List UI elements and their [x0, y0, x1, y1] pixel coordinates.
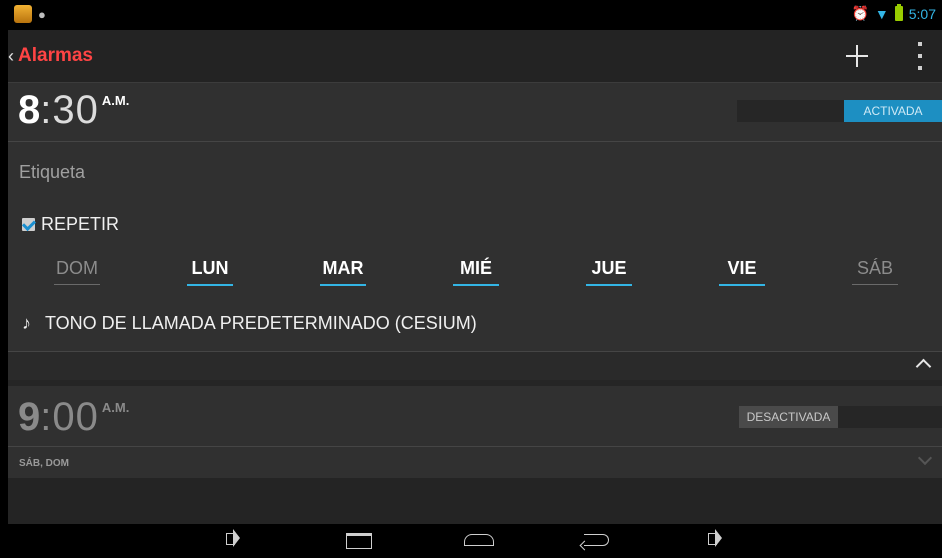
add-alarm-button[interactable] — [837, 36, 877, 76]
alarm-toggle[interactable]: ACTIVADA — [737, 100, 942, 122]
toggle-on-label: ACTIVADA — [844, 100, 942, 122]
alarm-ampm: A.M. — [101, 400, 130, 415]
battery-icon — [894, 4, 903, 21]
page-title[interactable]: Alarmas — [18, 45, 93, 67]
recent-apps-icon — [346, 533, 372, 549]
overflow-menu-button[interactable] — [910, 42, 930, 70]
back-icon — [584, 534, 609, 546]
alarm-time[interactable]: 8 :30 A.M. — [18, 90, 129, 130]
action-bar: ‹ Alarmas — [8, 30, 942, 83]
day-toggle-sab[interactable]: SÁB — [852, 258, 898, 285]
day-toggle-lun[interactable]: LUN — [187, 258, 233, 286]
day-toggle-vie[interactable]: VIE — [719, 258, 765, 286]
alarm-hour: 9 — [18, 395, 41, 439]
separator-band — [8, 380, 942, 386]
day-toggle-mie[interactable]: MIÉ — [453, 258, 499, 286]
overflow-dot — [918, 42, 922, 46]
empty-area — [8, 478, 942, 524]
home-button[interactable] — [458, 528, 498, 554]
weekday-selector: DOM LUN MAR MIÉ JUE VIE SÁB — [8, 258, 942, 288]
collapse-bar[interactable] — [8, 352, 942, 380]
divider — [8, 446, 942, 447]
ringtone-label: TONO DE LLAMADA PREDETERMINADO (CESIUM) — [45, 313, 477, 333]
chevron-down-icon[interactable] — [917, 450, 933, 466]
day-toggle-mar[interactable]: MAR — [320, 258, 366, 286]
alarm-time[interactable]: 9 :00 A.M. — [18, 397, 129, 437]
alarm-minutes: :30 — [40, 88, 99, 132]
label-field[interactable]: Etiqueta — [19, 162, 85, 183]
repeat-label: REPETIR — [41, 214, 120, 234]
wifi-icon: ▼ — [874, 5, 889, 22]
alarm-minutes: :00 — [40, 395, 99, 439]
day-toggle-dom[interactable]: DOM — [54, 258, 100, 285]
alarm-app: ‹ Alarmas 8 :30 A.M. ACTIVADA Etiqueta R… — [8, 30, 942, 524]
volume-down-icon — [226, 529, 240, 547]
divider — [8, 141, 942, 142]
app-icon — [14, 5, 32, 23]
alarm-clock-icon: ⏰ — [851, 5, 869, 21]
volume-up-icon — [708, 529, 722, 547]
checkbox-checked-icon — [22, 218, 35, 231]
status-icons: ⏰ ▼ 5:07 — [851, 4, 936, 22]
toggle-off-label: DESACTIVADA — [739, 406, 838, 428]
alarm-hour: 8 — [18, 88, 41, 132]
volume-up-button[interactable] — [696, 528, 736, 554]
navigation-bar — [8, 524, 942, 558]
alarm-toggle[interactable]: DESACTIVADA — [739, 406, 942, 428]
status-bar: ● ⏰ ▼ 5:07 — [8, 0, 942, 30]
back-caret-icon[interactable]: ‹ — [8, 46, 14, 67]
overflow-dot — [918, 54, 922, 58]
status-time: 5:07 — [908, 5, 936, 22]
alarm-ampm: A.M. — [101, 93, 130, 108]
ringtone-row[interactable]: ♪ TONO DE LLAMADA PREDETERMINADO (CESIUM… — [22, 313, 477, 334]
repeat-days-summary: SÁB, DOM — [19, 458, 69, 469]
cat-icon: ● — [38, 7, 46, 22]
music-note-icon: ♪ — [22, 313, 31, 333]
repeat-checkbox[interactable]: REPETIR — [22, 214, 119, 235]
home-icon — [464, 534, 494, 546]
back-button[interactable] — [578, 528, 618, 554]
recent-apps-button[interactable] — [338, 528, 378, 554]
overflow-dot — [918, 66, 922, 70]
day-toggle-jue[interactable]: JUE — [586, 258, 632, 286]
volume-down-button[interactable] — [214, 528, 254, 554]
